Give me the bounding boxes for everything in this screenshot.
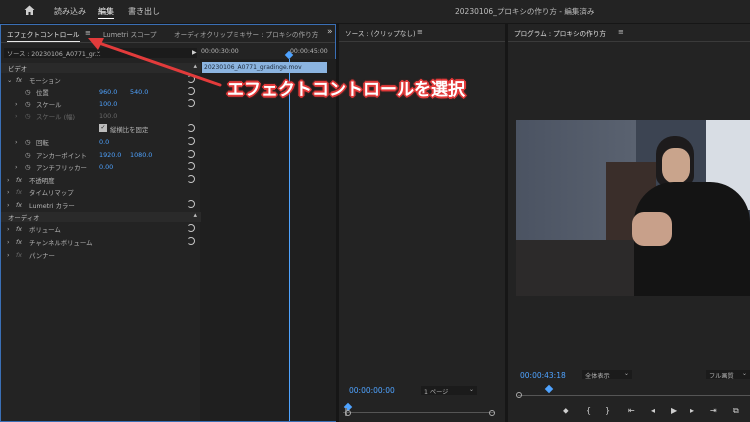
annotation-arrow xyxy=(88,38,222,87)
annotation-text: エフェクトコントロールを選択 xyxy=(227,80,465,100)
